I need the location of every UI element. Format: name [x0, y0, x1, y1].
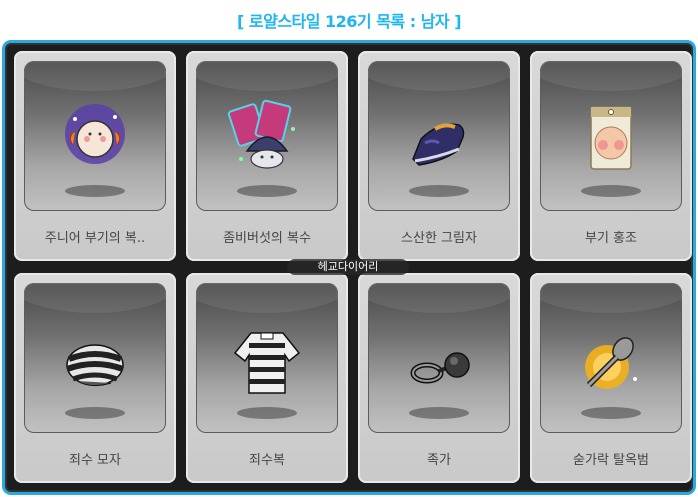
item-shadow [65, 185, 125, 197]
item-label: 주니어 부기의 복.. [44, 231, 146, 246]
item-frame [368, 283, 510, 433]
item-label: 죄수복 [249, 453, 285, 468]
item-frame [24, 61, 166, 211]
item-label: 죄수 모자 [69, 453, 121, 468]
item-shadow [65, 407, 125, 419]
item-frame [196, 283, 338, 433]
item-card-spoon-escapee[interactable]: 숟가락 탈옥범 [530, 273, 692, 483]
eerie-shadow-shoe-icon [412, 123, 465, 166]
item-label: 숟가락 탈옥범 [573, 453, 649, 468]
spoon-escapee-icon [585, 337, 637, 389]
item-card-zombie-mushroom[interactable]: 좀비버섯의 복수 [186, 51, 348, 261]
prisoner-hat-icon [65, 344, 125, 387]
item-shadow [581, 407, 641, 419]
item-card-prisoner-outfit[interactable]: 죄수복 [186, 273, 348, 483]
item-shadow [581, 185, 641, 197]
item-label: 좀비버섯의 복수 [223, 231, 311, 246]
item-frame [540, 61, 682, 211]
item-frame [368, 61, 510, 211]
item-shadow [409, 407, 469, 419]
item-card-eerie-shadow[interactable]: 스산한 그림자 [358, 51, 520, 261]
item-frame [196, 61, 338, 211]
zombie-mushroom-revenge-icon [227, 99, 295, 169]
junior-boogie-costume-icon [65, 104, 125, 164]
shackles-icon [410, 352, 470, 384]
watermark: 헤교다이어리 [287, 259, 409, 275]
item-frame [24, 283, 166, 433]
item-card-prisoner-hat[interactable]: 죄수 모자 [14, 273, 176, 483]
item-card-shackles[interactable]: 족가 [358, 273, 520, 483]
page-title: [ 로얄스타일 126기 목록 : 남자 ] [236, 12, 462, 31]
item-card-boogie-blush[interactable]: 부기 홍조 [530, 51, 692, 261]
item-frame [540, 283, 682, 433]
boogie-blush-icon [590, 106, 632, 170]
item-shadow [409, 185, 469, 197]
item-label: 족가 [427, 453, 451, 468]
item-shadow [237, 407, 297, 419]
item-label: 스산한 그림자 [401, 231, 477, 246]
prisoner-outfit-icon [233, 332, 301, 394]
item-card-junior-boogie[interactable]: 주니어 부기의 복.. [14, 51, 176, 261]
item-label: 부기 홍조 [585, 231, 637, 246]
item-shadow [237, 185, 297, 197]
